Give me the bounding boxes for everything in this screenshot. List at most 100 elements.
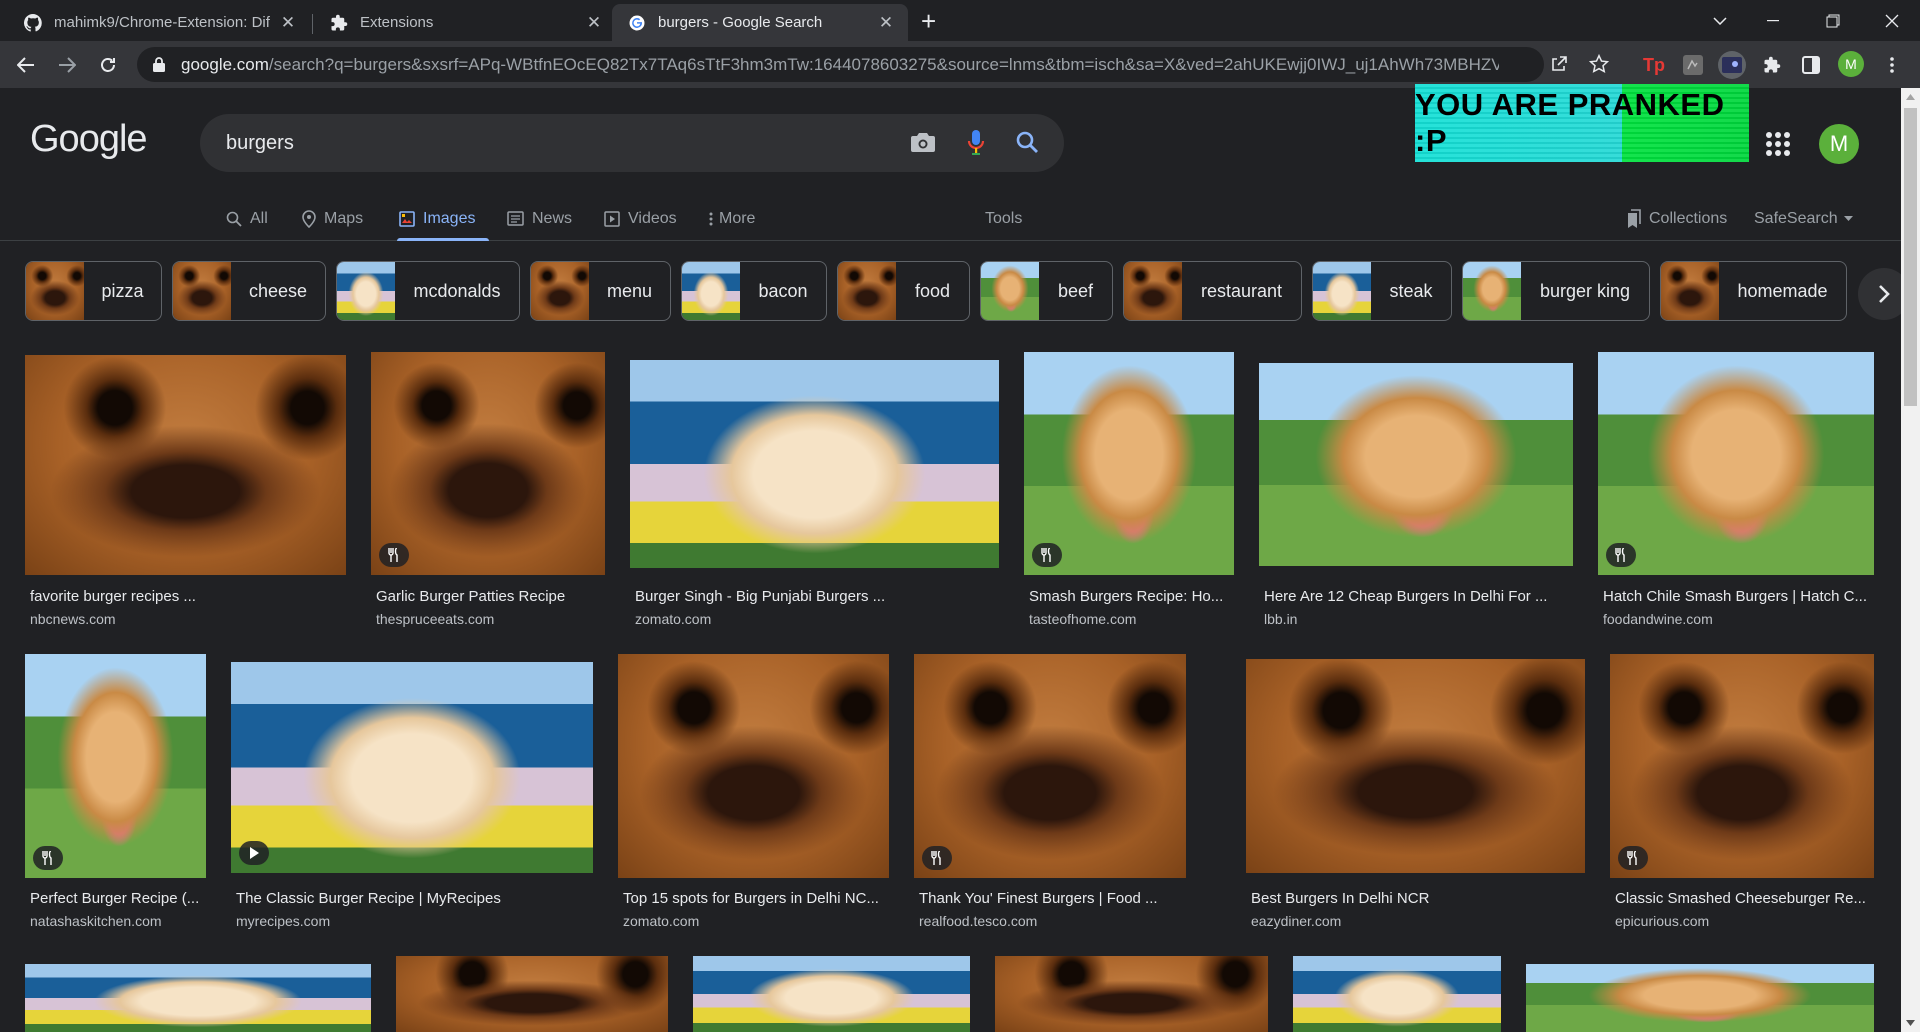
result-image[interactable]	[25, 355, 346, 575]
new-tab-button[interactable]: +	[921, 6, 936, 37]
result-image[interactable]	[618, 654, 889, 878]
tab-search-chevron-icon[interactable]	[1692, 0, 1748, 41]
collections-button[interactable]: Collections	[1625, 196, 1727, 241]
result-title[interactable]: Burger Singh - Big Punjabi Burgers ...	[635, 588, 997, 605]
recipe-badge	[1606, 543, 1636, 567]
tab-title: Extensions	[360, 14, 434, 31]
result-image[interactable]	[1024, 352, 1234, 575]
tools-button[interactable]: Tools	[985, 196, 1022, 241]
prank-banner: YOU ARE PRANKED :P	[1415, 84, 1749, 162]
tab-all[interactable]: All	[226, 196, 268, 241]
tab-google-search[interactable]: burgers - Google Search ✕	[612, 4, 908, 41]
chip-mcdonalds[interactable]: mcdonalds	[336, 261, 520, 321]
result-title[interactable]: Top 15 spots for Burgers in Delhi NC...	[623, 890, 889, 907]
tab-images[interactable]: Images	[396, 196, 491, 241]
bookmark-star-icon[interactable]	[1588, 53, 1610, 79]
side-panel-icon[interactable]	[1797, 51, 1825, 79]
reload-button[interactable]	[94, 51, 122, 79]
safesearch-button[interactable]: SafeSearch	[1754, 196, 1853, 241]
chip-bacon[interactable]: bacon	[681, 261, 827, 321]
result-title[interactable]: Thank You' Finest Burgers | Food ...	[919, 890, 1185, 907]
tab-maps[interactable]: Maps	[302, 196, 363, 241]
chip-steak[interactable]: steak	[1312, 261, 1452, 321]
result-image[interactable]	[630, 360, 999, 568]
result-title[interactable]: Smash Burgers Recipe: Ho...	[1029, 588, 1233, 605]
result-source: zomato.com	[623, 913, 700, 929]
scroll-down-arrow-icon[interactable]	[1906, 1020, 1915, 1026]
result-image[interactable]	[231, 662, 593, 873]
result-title[interactable]: Here Are 12 Cheap Burgers In Delhi For .…	[1264, 588, 1574, 605]
chip-label: beef	[1057, 280, 1094, 301]
result-title[interactable]: Classic Smashed Cheeseburger Re...	[1615, 890, 1875, 907]
result-source: nbcnews.com	[30, 611, 116, 627]
result-image[interactable]	[1598, 352, 1874, 575]
result-title[interactable]: The Classic Burger Recipe | MyRecipes	[236, 890, 592, 907]
chip-beef[interactable]: beef	[980, 261, 1113, 321]
chip-thumbnail	[1661, 262, 1719, 320]
tab-extensions[interactable]: Extensions ✕	[314, 4, 616, 41]
minimize-button[interactable]	[1745, 0, 1801, 41]
share-icon[interactable]	[1550, 55, 1568, 78]
chip-restaurant[interactable]: restaurant	[1123, 261, 1302, 321]
result-image[interactable]	[914, 654, 1186, 878]
extension-pdf-icon[interactable]	[1679, 51, 1707, 79]
result-image[interactable]	[1259, 363, 1573, 566]
extension-prank-icon[interactable]	[1718, 51, 1746, 79]
extension-tp-icon[interactable]: Tp	[1640, 51, 1668, 79]
account-avatar[interactable]: M	[1819, 124, 1859, 164]
google-apps-icon[interactable]	[1766, 132, 1790, 156]
result-image[interactable]	[371, 352, 605, 575]
chip-burger-king[interactable]: burger king	[1462, 261, 1650, 321]
microphone-icon[interactable]	[967, 129, 985, 162]
page-scrollbar[interactable]	[1901, 88, 1920, 1032]
result-title[interactable]: Garlic Burger Patties Recipe	[376, 588, 606, 605]
chip-pizza[interactable]: pizza	[25, 261, 162, 321]
chip-food[interactable]: food	[837, 261, 970, 321]
address-bar[interactable]: google.com/search?q=burgers&sxsrf=APq-WB…	[137, 47, 1610, 82]
result-title[interactable]: favorite burger recipes ...	[30, 588, 340, 605]
close-tab-icon[interactable]: ✕	[876, 13, 896, 33]
chip-homemade[interactable]: homemade	[1660, 261, 1847, 321]
result-source: zomato.com	[635, 611, 712, 627]
tab-more[interactable]: More	[709, 196, 755, 241]
profile-avatar[interactable]: M	[1838, 51, 1864, 77]
back-button[interactable]	[12, 51, 40, 79]
camera-icon[interactable]	[910, 130, 936, 160]
close-tab-icon[interactable]: ✕	[584, 13, 604, 33]
chip-thumbnail	[838, 262, 896, 320]
tab-videos[interactable]: Videos	[604, 196, 677, 241]
extensions-puzzle-icon[interactable]	[1758, 51, 1786, 79]
result-image[interactable]	[1610, 654, 1874, 878]
result-title[interactable]: Hatch Chile Smash Burgers | Hatch C...	[1603, 588, 1873, 605]
search-query[interactable]: burgers	[226, 132, 294, 155]
result-image[interactable]	[693, 956, 970, 1032]
result-image[interactable]	[1293, 956, 1501, 1032]
close-window-button[interactable]	[1864, 0, 1920, 41]
tab-github[interactable]: mahimk9/Chrome-Extension: Dif ✕	[8, 4, 310, 41]
result-image[interactable]	[396, 956, 668, 1032]
close-tab-icon[interactable]: ✕	[278, 13, 298, 33]
result-image[interactable]	[1526, 964, 1874, 1032]
tools-label: Tools	[985, 209, 1023, 227]
result-title[interactable]: Perfect Burger Recipe (...	[30, 890, 206, 907]
scrollbar-thumb[interactable]	[1904, 108, 1917, 406]
result-image[interactable]	[995, 956, 1268, 1032]
chrome-menu-icon[interactable]	[1878, 51, 1906, 79]
chip-menu[interactable]: menu	[530, 261, 671, 321]
search-icon[interactable]	[1015, 130, 1039, 160]
restore-button[interactable]	[1805, 0, 1861, 41]
result-image[interactable]	[25, 964, 371, 1032]
google-logo[interactable]: Google	[30, 118, 148, 161]
tab-news[interactable]: News	[507, 196, 572, 241]
result-image[interactable]	[25, 654, 206, 878]
forward-button[interactable]	[53, 51, 81, 79]
result-title[interactable]: Best Burgers In Delhi NCR	[1251, 890, 1581, 907]
result-image[interactable]	[1246, 659, 1585, 873]
chip-cheese[interactable]: cheese	[172, 261, 326, 321]
scroll-up-arrow-icon[interactable]	[1906, 94, 1915, 100]
chip-label: restaurant	[1200, 280, 1283, 301]
search-box[interactable]: burgers	[200, 114, 1064, 172]
image-icon	[399, 210, 415, 227]
fork-knife-icon	[1615, 548, 1625, 562]
bookmark-icon	[1628, 208, 1641, 228]
